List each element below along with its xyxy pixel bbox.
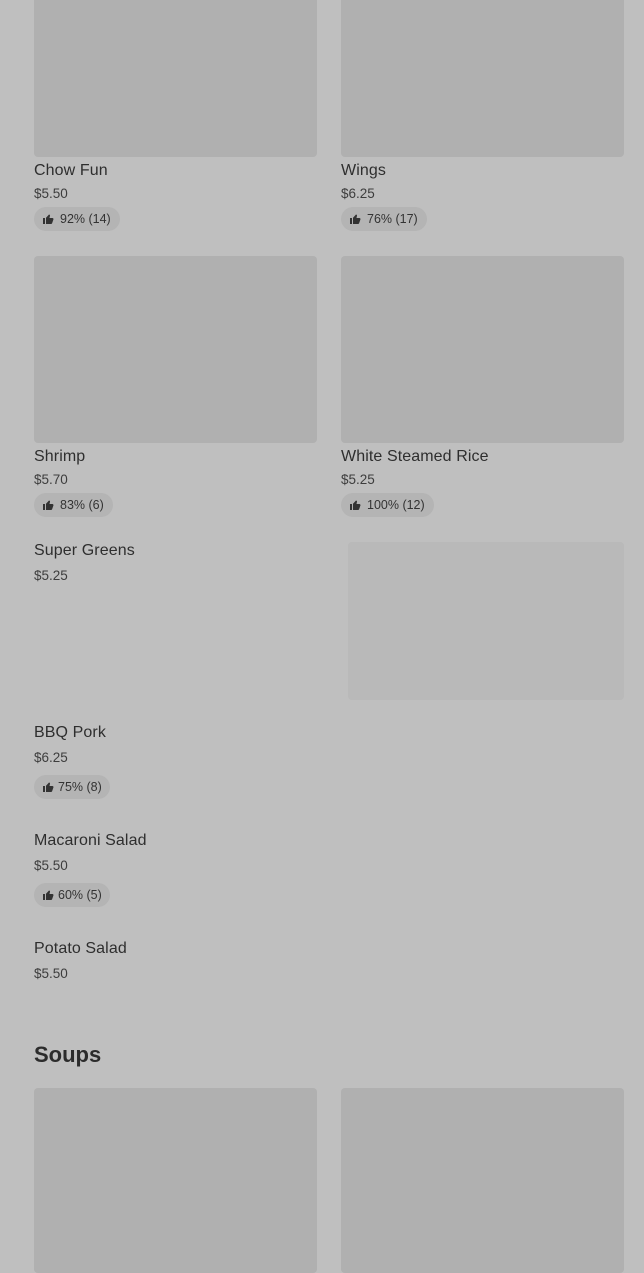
item-price-macaroni-salad: $5.50 [34, 858, 68, 873]
item-price-white-steamed-rice: $5.25 [341, 472, 375, 487]
item-name-chow-fun[interactable]: Chow Fun [34, 162, 108, 180]
rating-badge-shrimp: 83% (6) [34, 493, 113, 517]
item-price-super-greens: $5.25 [34, 568, 68, 583]
item-price-wings: $6.25 [341, 186, 375, 201]
item-price-shrimp: $5.70 [34, 472, 68, 487]
item-name-shrimp[interactable]: Shrimp [34, 448, 85, 466]
rating-text: 60% (5) [58, 888, 102, 902]
section-title-soups: Soups [34, 1042, 102, 1067]
item-name-macaroni-salad[interactable]: Macaroni Salad [34, 832, 147, 850]
thumbs-up-icon [43, 782, 54, 792]
rating-text: 76% (17) [367, 212, 418, 226]
item-price-chow-fun: $5.50 [34, 186, 68, 201]
item-image-soup-2[interactable] [341, 1088, 624, 1273]
rating-text: 100% (12) [367, 498, 425, 512]
thumbs-up-icon [43, 890, 54, 900]
item-name-potato-salad[interactable]: Potato Salad [34, 940, 127, 958]
item-name-bbq-pork[interactable]: BBQ Pork [34, 724, 106, 742]
item-name-super-greens[interactable]: Super Greens [34, 542, 135, 560]
item-image-soup-1[interactable] [34, 1088, 317, 1273]
rating-badge-bbq-pork: 75% (8) [34, 775, 110, 799]
item-price-bbq-pork: $6.25 [34, 750, 68, 765]
rating-text: 92% (14) [60, 212, 111, 226]
item-image-shrimp[interactable] [34, 256, 317, 443]
thumbs-up-icon [43, 500, 54, 510]
rating-badge-macaroni-salad: 60% (5) [34, 883, 110, 907]
item-price-potato-salad: $5.50 [34, 966, 68, 981]
item-name-white-steamed-rice[interactable]: White Steamed Rice [341, 448, 489, 466]
thumbs-up-icon [350, 214, 361, 224]
rating-text: 75% (8) [58, 780, 102, 794]
rating-badge-chow-fun: 92% (14) [34, 207, 120, 231]
thumbs-up-icon [350, 500, 361, 510]
rating-text: 83% (6) [60, 498, 104, 512]
thumbs-up-icon [43, 214, 54, 224]
rating-badge-wings: 76% (17) [341, 207, 427, 231]
rating-badge-white-steamed-rice: 100% (12) [341, 493, 434, 517]
item-image-chow-fun[interactable] [34, 0, 317, 157]
item-image-super-greens[interactable] [348, 542, 624, 700]
item-name-wings[interactable]: Wings [341, 162, 386, 180]
item-image-white-steamed-rice[interactable] [341, 256, 624, 443]
item-image-wings[interactable] [341, 0, 624, 157]
